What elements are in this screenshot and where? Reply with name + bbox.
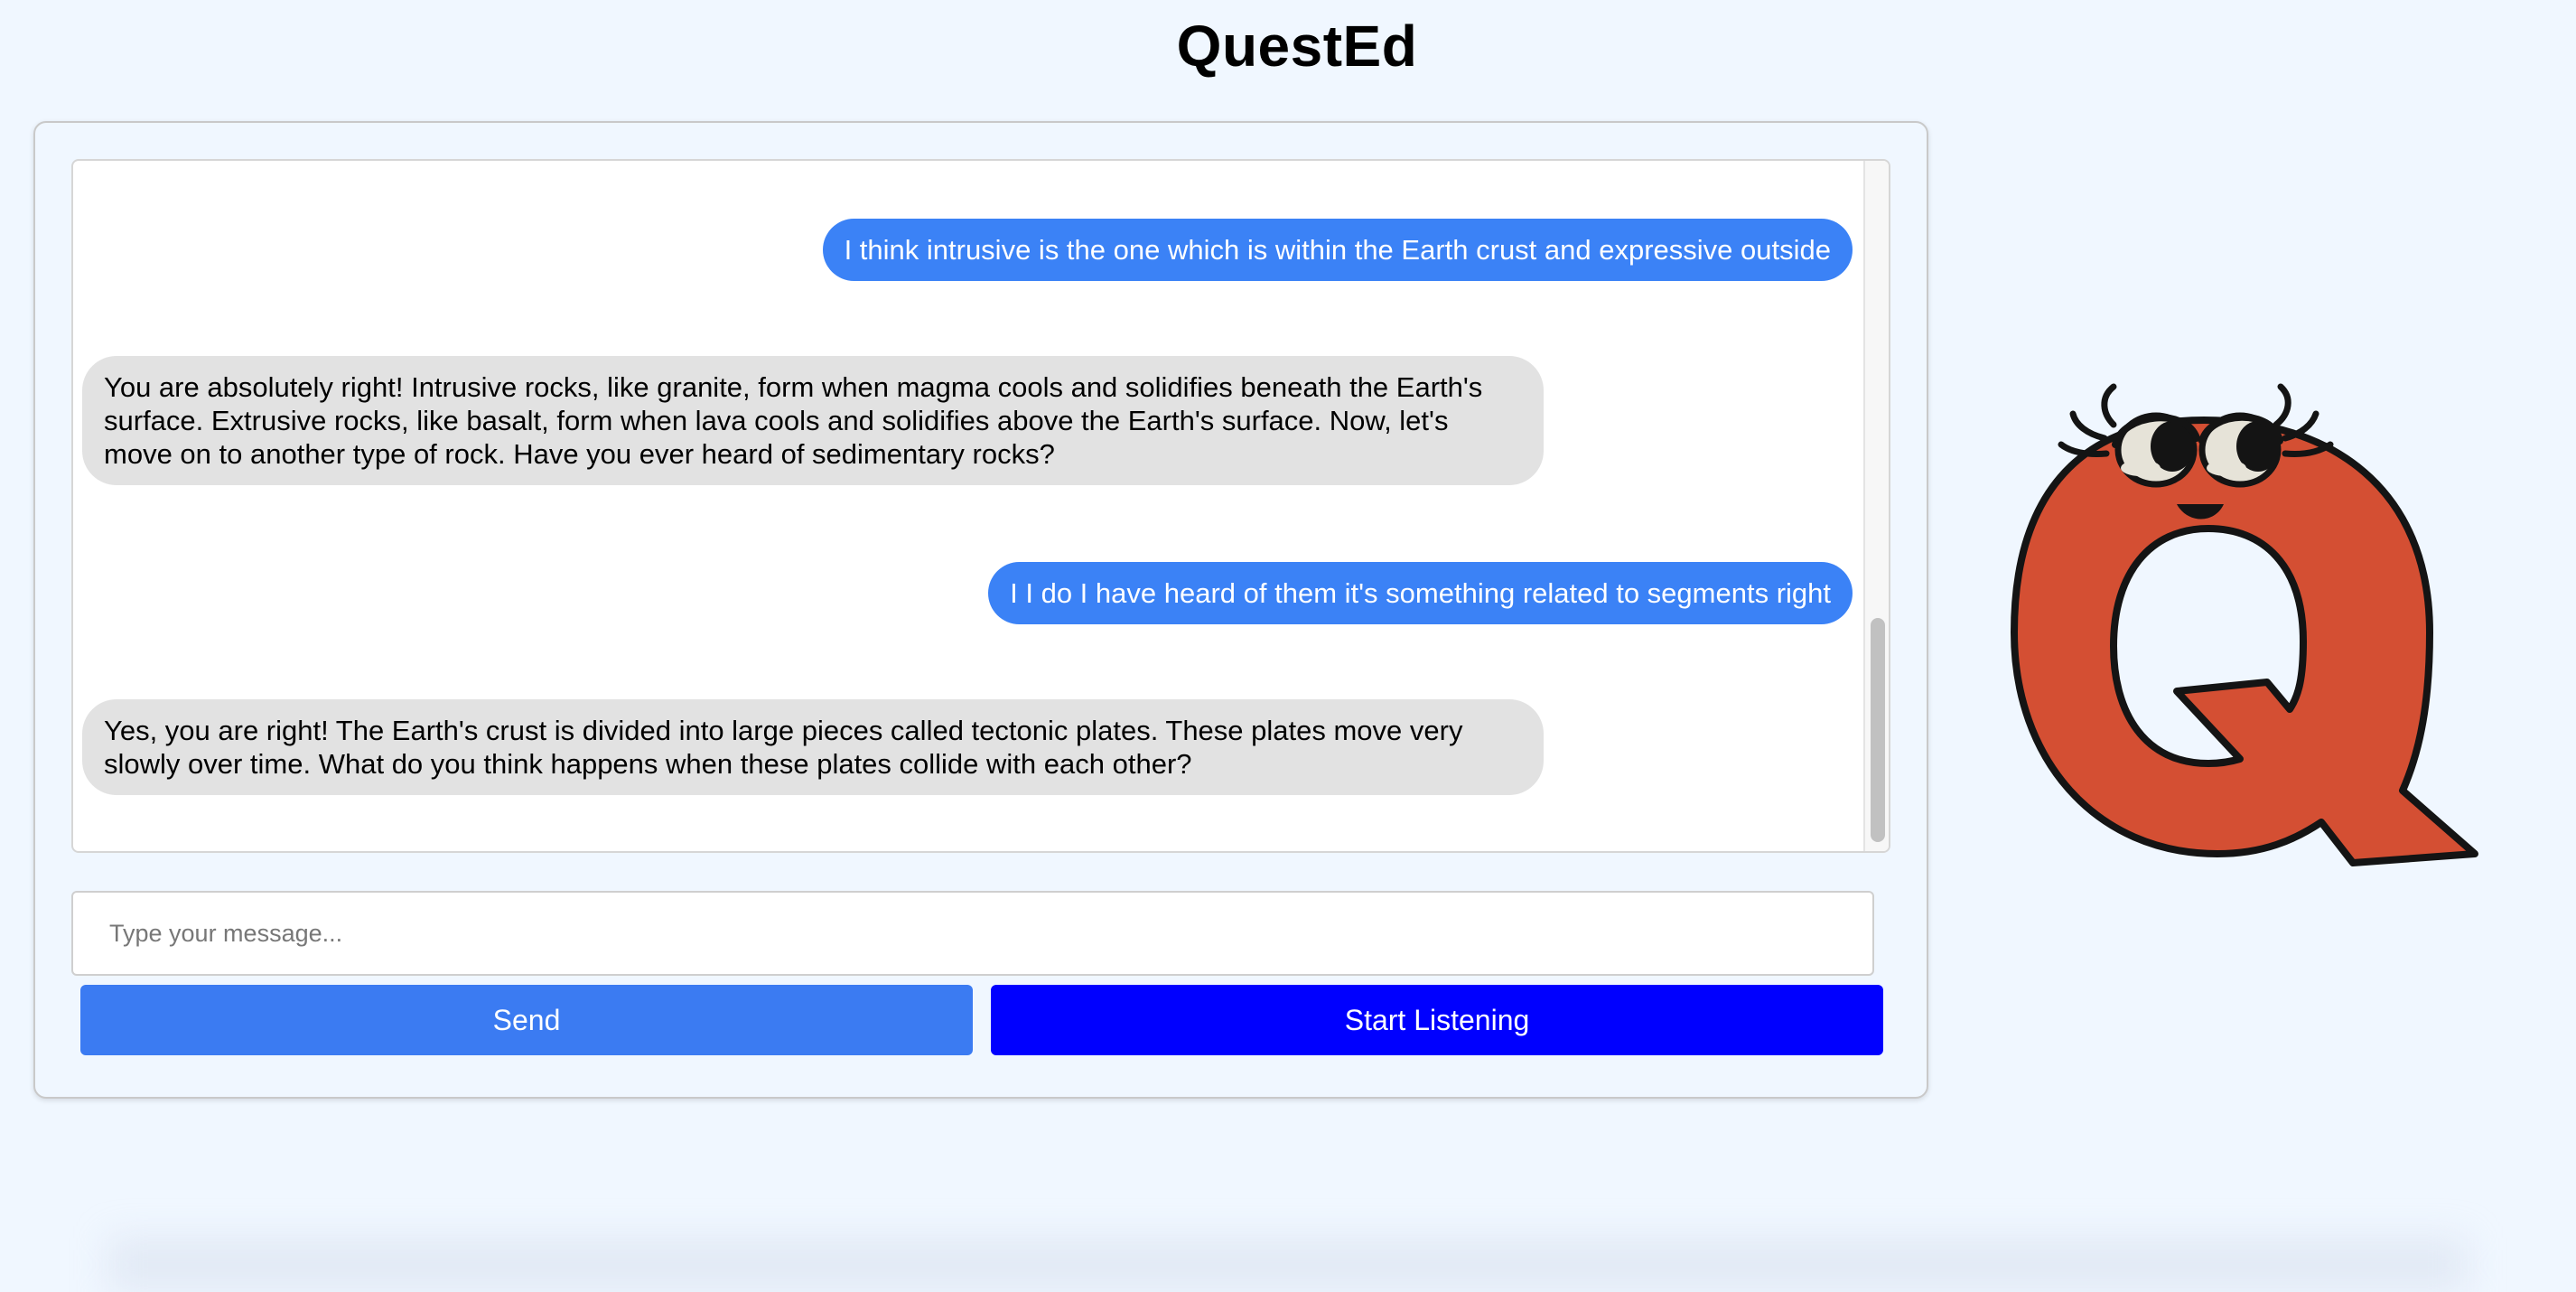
send-button[interactable]: Send	[80, 985, 973, 1055]
scrollbar-thumb[interactable]	[1871, 618, 1885, 842]
assistant-message: Yes, you are right! The Earth's crust is…	[82, 699, 1544, 795]
q-letter-mascot-icon	[1978, 370, 2484, 876]
user-message: I I do I have heard of them it's somethi…	[988, 562, 1853, 624]
assistant-message: You are absolutely right! Intrusive rock…	[82, 356, 1544, 485]
scrollbar-track[interactable]	[1863, 161, 1889, 851]
start-listening-button[interactable]: Start Listening	[991, 985, 1883, 1055]
user-message: I think intrusive is the one which is wi…	[823, 219, 1853, 281]
message-input[interactable]	[71, 891, 1874, 976]
bottom-shadow	[108, 1238, 2468, 1292]
chat-container: I think intrusive is the one which is wi…	[33, 121, 1928, 1099]
message-list[interactable]: I think intrusive is the one which is wi…	[71, 159, 1890, 853]
page-title: QuestEd	[0, 13, 2576, 80]
